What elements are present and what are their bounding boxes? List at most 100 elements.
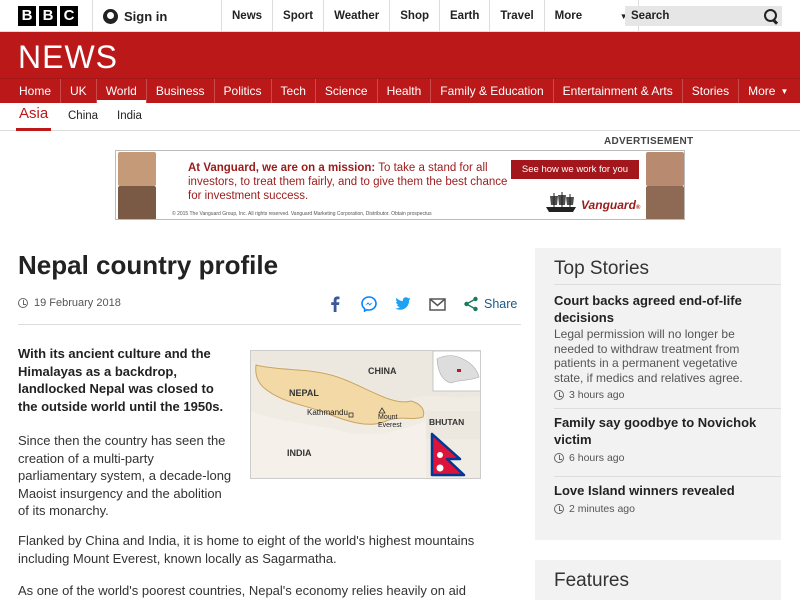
ad-photo [118,186,156,219]
top-nav-travel[interactable]: Travel [489,0,543,32]
map-label-kathmandu: Kathmandu [307,408,348,417]
search-icon[interactable] [764,9,778,23]
nepal-map [251,351,480,478]
share-button[interactable] [462,295,480,313]
ad-brand-label: Vanguard [581,198,636,212]
clock-icon [18,298,28,308]
story-time-label: 2 minutes ago [569,503,635,515]
story-time-label: 6 hours ago [569,452,625,464]
share-label[interactable]: Share [484,297,517,311]
article-paragraph: As one of the world's poorest countries,… [18,583,466,598]
news-logo[interactable]: NEWS [18,39,118,76]
email-icon [428,297,446,311]
main-nav: Home UK World Business Politics Tech Sci… [0,78,800,103]
signin-button[interactable]: Sign in [103,0,167,32]
story-time: 2 minutes ago [554,503,769,515]
main-nav-science[interactable]: Science [316,79,378,103]
signin-label: Sign in [124,8,168,24]
main-nav-entertainment-arts[interactable]: Entertainment & Arts [554,79,683,103]
story-item[interactable]: Love Island winners revealed 2 minutes a… [554,482,769,515]
article-paragraph: Since then the country has seen the crea… [18,433,232,518]
main-nav-health[interactable]: Health [378,79,432,103]
ad-headline: At Vanguard, we are on a mission: [188,162,376,174]
story-item[interactable]: Court backs agreed end-of-life decisions… [554,292,769,401]
main-nav-tech[interactable]: Tech [272,79,316,103]
top-nav: News Sport Weather Shop Earth Travel Mor… [221,0,639,32]
main-nav-stories[interactable]: Stories [683,79,740,103]
caret-down-icon: ▼ [780,86,789,96]
ad-copy: At Vanguard, we are on a mission: To tak… [188,161,518,203]
divider [554,408,781,409]
sub-nav-china[interactable]: China [68,110,98,122]
main-nav-more-label: More [748,84,776,98]
nepal-map-image: CHINA NEPAL Kathmandu Mount Everest BHUT… [250,350,481,479]
main-nav-home[interactable]: Home [10,79,62,103]
features-title: Features [554,570,629,591]
map-label-nepal: NEPAL [289,388,319,398]
bbc-top-bar: B B C Sign in News Sport Weather Shop Ea… [0,0,800,32]
map-label-everest: Mount Everest [378,414,402,429]
share-bar: Share [326,293,517,315]
main-nav-world[interactable]: World [96,79,147,103]
divider [554,476,781,477]
user-icon [103,8,118,24]
map-label-india: INDIA [287,448,312,458]
article-date: 19 February 2018 [18,297,121,309]
divider [18,324,521,325]
features-panel: Features [535,560,781,600]
main-nav-politics[interactable]: Politics [215,79,272,103]
top-nav-earth[interactable]: Earth [439,0,489,32]
sub-nav: Asia China India [0,103,800,131]
twitter-share-button[interactable] [394,295,412,313]
advertisement-banner[interactable]: At Vanguard, we are on a mission: To tak… [115,150,685,220]
map-label-china: CHINA [368,366,397,376]
top-stories-title: Top Stories [554,258,650,279]
top-nav-weather[interactable]: Weather [323,0,389,32]
email-share-button[interactable] [428,295,446,313]
clock-icon [554,390,564,400]
top-nav-sport[interactable]: Sport [272,0,323,32]
bbc-logo-letter: C [60,6,78,26]
ad-cta-button[interactable]: See how we work for you [511,160,639,179]
search-input[interactable]: Search [625,6,782,26]
clock-icon [554,453,564,463]
story-time: 3 hours ago [554,389,769,401]
twitter-icon [395,297,411,310]
messenger-icon [361,296,377,312]
sub-nav-asia[interactable]: Asia [16,105,52,131]
main-nav-business[interactable]: Business [147,79,215,103]
messenger-share-button[interactable] [360,295,378,313]
top-nav-more-label: More [554,10,583,22]
story-item[interactable]: Family say goodbye to Novichok victim 6 … [554,414,769,464]
story-headline[interactable]: Love Island winners revealed [554,482,769,499]
divider [92,0,93,32]
advertisement-label: ADVERTISEMENT [604,136,694,147]
ad-photo [646,152,684,186]
sub-nav-india[interactable]: India [117,110,142,122]
bbc-logo[interactable]: B B C [18,6,78,26]
top-nav-shop[interactable]: Shop [389,0,439,32]
article-intro: With its ancient culture and the Himalay… [18,346,224,414]
article-paragraph: Flanked by China and India, it is home t… [18,533,475,566]
story-headline[interactable]: Family say goodbye to Novichok victim [554,414,769,448]
story-headline[interactable]: Court backs agreed end-of-life decisions [554,292,769,326]
ad-fine-print: © 2015 The Vanguard Group, Inc. All righ… [172,211,432,217]
article-date-label: 19 February 2018 [34,297,121,309]
share-icon [464,296,478,312]
main-nav-uk[interactable]: UK [61,79,97,103]
trademark-icon: ® [635,205,641,211]
story-time: 6 hours ago [554,452,769,464]
article-title: Nepal country profile [18,250,279,280]
main-nav-more[interactable]: More ▼ [739,79,797,103]
divider [554,284,781,285]
main-nav-family-education[interactable]: Family & Education [431,79,554,103]
search-placeholder: Search [631,10,670,22]
top-nav-news[interactable]: News [221,0,272,32]
ad-photo [118,152,156,186]
facebook-share-button[interactable] [326,295,344,313]
clock-icon [554,504,564,514]
ad-brand: Vanguard® [581,198,640,212]
top-stories-panel: Top Stories Court backs agreed end-of-li… [535,248,781,540]
story-time-label: 3 hours ago [569,389,625,401]
story-summary: Legal permission will no longer be neede… [554,327,743,385]
